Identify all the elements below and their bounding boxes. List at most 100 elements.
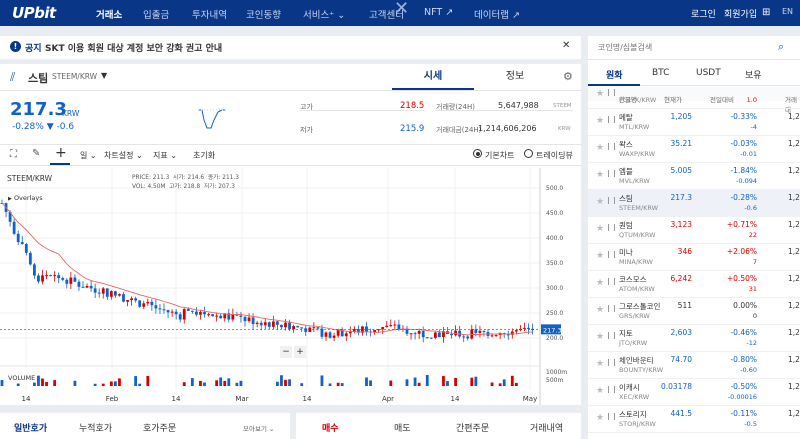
- draw-icon[interactable]: ✎: [32, 148, 40, 159]
- candle-body: [527, 327, 530, 329]
- coin-dropdown-icon[interactable]: ▼: [101, 71, 107, 80]
- candle-body: [425, 337, 429, 339]
- coin-row[interactable]: ★ 왁스 WAXP/KRW 35.21 -0.03% -0.01 1,2: [588, 136, 800, 163]
- zoom-out-button[interactable]: −: [280, 346, 292, 358]
- tab-info[interactable]: 정보: [474, 64, 556, 89]
- grid-menu-icon[interactable]: ⊞: [762, 7, 770, 18]
- nav-coin-trends[interactable]: 코인동향: [246, 7, 281, 21]
- crosshair-icon[interactable]: +: [55, 145, 67, 161]
- gear-icon[interactable]: ⚙: [563, 70, 573, 83]
- search-icon[interactable]: ⌕: [778, 40, 784, 54]
- notice-bar[interactable]: ! 공지 SKT 이용 회원 대상 계정 보안 강화 권고 안내 ✕: [0, 36, 581, 59]
- favorite-star-icon[interactable]: ★: [596, 386, 604, 396]
- interval-select[interactable]: 일 ⌄: [80, 150, 97, 161]
- volume-bar: [454, 377, 457, 386]
- language-toggle[interactable]: EN: [782, 7, 793, 16]
- tab-btc[interactable]: BTC: [652, 68, 669, 78]
- candle-body: [276, 321, 279, 325]
- volume-tick-label: 1000m: [546, 369, 567, 376]
- low-label: 저가: [300, 126, 313, 134]
- nav-services[interactable]: 서비스⁺ ⌄: [303, 7, 345, 21]
- favorite-star-icon[interactable]: ★: [596, 89, 604, 99]
- coin-row[interactable]: ★ 코스모스 ATOM/KRW 6,242 +0.50% 31 1,2: [588, 271, 800, 298]
- tab-holdings[interactable]: 보유: [745, 68, 762, 81]
- nav-deposit[interactable]: 입출금: [143, 7, 169, 21]
- favorite-star-icon[interactable]: ★: [596, 251, 604, 261]
- tab-cumulative[interactable]: 누적호가: [79, 421, 112, 434]
- favorite-star-icon[interactable]: ★: [596, 116, 604, 126]
- favorite-star-icon[interactable]: ★: [596, 143, 604, 153]
- coin-row[interactable]: ★ 체인바운티 BOUNTY/KRW 74.70 -0.80% -0.60 1,2: [588, 352, 800, 379]
- coin-row[interactable]: ★ 이캐시 XEC/KRW 0.03178 -0.50% -0.00016 1,2: [588, 379, 800, 406]
- favorite-star-icon[interactable]: ★: [596, 413, 604, 423]
- candle-body: [267, 322, 271, 327]
- tab-buy[interactable]: 매수: [322, 421, 339, 434]
- coin-price: 441.5: [670, 409, 692, 418]
- coin-row[interactable]: ★ 미나 MINA/KRW 346 +2.06% 7 1,2: [588, 244, 800, 271]
- upbit-logo[interactable]: UPbit: [12, 4, 56, 22]
- tab-book-order[interactable]: 호가주문: [143, 421, 176, 434]
- nav-investments[interactable]: 투자내역: [192, 7, 227, 21]
- current-price: 217.3: [10, 99, 67, 120]
- candle-body: [312, 327, 316, 329]
- signup-link[interactable]: 회원가입: [724, 7, 757, 20]
- coin-row[interactable]: ★ 스팀 STEEM/KRW 217.3 -0.28% -0.6 1,2: [588, 190, 800, 217]
- fullscreen-icon[interactable]: ⛶: [10, 149, 17, 160]
- coin-change: -0.46%: [730, 328, 757, 337]
- coin-price: 5.005: [670, 166, 692, 175]
- tab-sell[interactable]: 매도: [394, 421, 411, 434]
- candlestick-chart[interactable]: 500.0 450.0 400.0 350.0 300.0 250.0 200.0 14 Feb…: [0, 168, 581, 405]
- coin-price: 217.3: [670, 193, 692, 202]
- coin-row[interactable]: ★ 그로스톨코인 GRS/KRW 511 0.00% 0 1,2: [588, 298, 800, 325]
- coin-row[interactable]: ★ 엠블 MVL/KRW 5.005 -1.84% -0.094 1,2: [588, 163, 800, 190]
- nav-exchange[interactable]: 거래소: [96, 7, 122, 21]
- candle-body: [33, 264, 36, 276]
- tab-krw[interactable]: 원화: [606, 68, 623, 81]
- view-select[interactable]: 모아보기 ⌄: [243, 423, 274, 433]
- coin-row[interactable]: ★ POLYX/KRW 1.0: [588, 82, 800, 109]
- coin-code: GRS/KRW: [619, 312, 650, 320]
- tab-orderbook[interactable]: 일반호가: [14, 421, 47, 434]
- open-value: 214.6: [187, 175, 205, 181]
- tab-usdt[interactable]: USDT: [696, 68, 721, 78]
- favorite-star-icon[interactable]: ★: [596, 305, 604, 315]
- favorite-star-icon[interactable]: ★: [596, 197, 604, 207]
- login-link[interactable]: 로그인: [691, 7, 716, 20]
- tab-quick-order[interactable]: 간편주문: [456, 421, 489, 434]
- basic-chart-radio[interactable]: [473, 149, 482, 158]
- coin-row[interactable]: ★ 지토 JTO/KRW 2,603 -0.46% -12 1,2: [588, 325, 800, 352]
- tab-history[interactable]: 거래내역: [530, 421, 563, 434]
- coin-row[interactable]: ★ 스토리지 STORJ/KRW 441.5 -0.11% -0.5 1,2: [588, 406, 800, 433]
- interval-label: 일: [80, 151, 88, 160]
- favorite-star-icon[interactable]: ★: [596, 278, 604, 288]
- candle-body: [166, 310, 170, 313]
- reset-button[interactable]: 초기화: [193, 150, 215, 161]
- coin-volume: 1,2: [788, 301, 800, 310]
- tab-quote[interactable]: 시세: [392, 64, 474, 89]
- overlays-toggle[interactable]: ▶ Overlays: [8, 194, 43, 202]
- close-notice-icon[interactable]: ✕: [562, 40, 570, 51]
- favorite-star-icon[interactable]: ★: [596, 170, 604, 180]
- coin-volume: 1,2: [788, 382, 800, 391]
- x-tick-label: Mar: [235, 395, 248, 403]
- favorite-star-icon[interactable]: ★: [596, 224, 604, 234]
- favorite-star-icon[interactable]: ★: [596, 359, 604, 369]
- nav-nft[interactable]: NFT ↗: [424, 7, 453, 18]
- coin-price: 3,123: [670, 220, 692, 229]
- coin-volume: 1,2: [788, 355, 800, 364]
- tradingview-radio[interactable]: [524, 149, 533, 158]
- ohlc-legend: PRICE: 211.3 시가: 214.6 종가: 211.3 VOL: 4.…: [132, 174, 239, 192]
- chart-settings[interactable]: 차트설정 ⌄: [104, 150, 143, 161]
- close-icon[interactable]: ✕: [394, 0, 409, 19]
- volume-bar: [502, 379, 506, 386]
- zoom-in-button[interactable]: +: [294, 346, 306, 358]
- coin-row[interactable]: ★ 퀀텀 QTUM/KRW 3,123 +0.71% 22 1,2: [588, 217, 800, 244]
- favorite-star-icon[interactable]: ★: [596, 332, 604, 342]
- coin-search-input[interactable]: [588, 36, 800, 60]
- coin-row[interactable]: ★ 메탈 MTL/KRW 1,205 -0.33% -4 1,2: [588, 109, 800, 136]
- indicators[interactable]: 지표 ⌄: [153, 150, 177, 161]
- candle-body: [89, 285, 93, 289]
- nav-datalab[interactable]: 데이터랩 ↗: [474, 7, 520, 21]
- candle-body: [365, 326, 368, 332]
- volume-bar: [138, 383, 142, 386]
